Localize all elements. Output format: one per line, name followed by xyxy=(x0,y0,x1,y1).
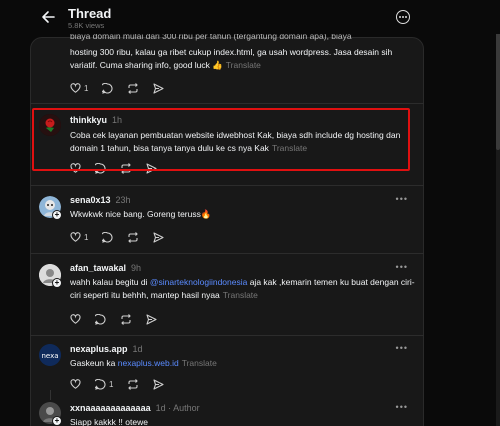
svg-text:nexa: nexa xyxy=(41,352,58,360)
follow-plus-button[interactable]: + xyxy=(52,416,62,426)
share-button[interactable] xyxy=(146,313,157,325)
author-text: Author xyxy=(173,403,200,413)
repost-button[interactable] xyxy=(127,82,139,94)
share-icon xyxy=(153,231,165,243)
post-actions: 1 xyxy=(70,82,178,94)
post-time: 23h xyxy=(115,195,131,205)
like-button[interactable]: 1 xyxy=(70,83,88,93)
post-more-button[interactable]: ••• xyxy=(396,343,408,353)
share-button[interactable] xyxy=(153,378,165,390)
username-text[interactable]: xxnaaaaaaaaaaaaa xyxy=(70,403,151,413)
post-username[interactable]: xxnaaaaaaaaaaaaa 1d · Author xyxy=(70,403,200,413)
repost-icon xyxy=(128,82,139,94)
post-text: Gaskeun ka xyxy=(70,358,118,368)
repost-icon xyxy=(121,313,131,325)
username-text[interactable]: afan_tawakal xyxy=(70,263,126,273)
comment-icon xyxy=(102,82,114,94)
reply-button[interactable]: 1 xyxy=(95,378,114,390)
reply-count: 1 xyxy=(109,379,114,389)
translate-link[interactable]: Translate xyxy=(182,358,217,368)
translate-link[interactable]: Translate xyxy=(226,60,261,70)
reply-post: nexa ••• nexaplus.app 1d Gaskeun ka nexap… xyxy=(30,336,424,396)
repost-button[interactable] xyxy=(127,378,139,390)
mention-link[interactable]: @sinarteknologiindonesia xyxy=(150,277,247,287)
thread-line xyxy=(50,390,51,400)
external-link[interactable]: nexaplus.web.id xyxy=(118,358,179,368)
scrollbar-thumb[interactable] xyxy=(496,30,500,150)
heart-icon xyxy=(70,314,81,324)
reply-button[interactable] xyxy=(95,313,106,325)
post-body: hosting 300 ribu, kalau ga ribet cukup i… xyxy=(70,46,420,72)
post-text: wahh kalau begitu di xyxy=(70,277,150,287)
comment-icon xyxy=(102,231,114,243)
scrollbar[interactable] xyxy=(496,0,500,426)
like-button[interactable] xyxy=(70,314,81,324)
repost-icon xyxy=(128,231,139,243)
like-button[interactable]: 1 xyxy=(70,232,88,242)
share-button[interactable] xyxy=(153,82,165,94)
follow-plus-button[interactable]: + xyxy=(52,278,62,288)
post-actions: 1 xyxy=(70,378,178,390)
back-arrow-icon xyxy=(42,11,55,23)
translate-link[interactable]: Translate xyxy=(223,290,258,300)
nexa-logo-icon: nexa xyxy=(39,344,61,366)
heart-icon xyxy=(70,83,81,93)
post-more-button[interactable]: ••• xyxy=(396,194,408,204)
like-count: 1 xyxy=(84,232,89,242)
highlight-box xyxy=(32,108,410,171)
more-dot xyxy=(405,16,408,18)
repost-button[interactable] xyxy=(127,231,139,243)
post-time: 1d xyxy=(155,403,166,413)
post-username[interactable]: nexaplus.app 1d xyxy=(70,344,143,354)
post-username[interactable]: afan_tawakal 9h xyxy=(70,263,141,273)
post-body: Gaskeun ka nexaplus.web.id Translate xyxy=(70,357,420,370)
post-actions: 1 xyxy=(70,231,178,243)
page-title: Thread xyxy=(68,6,112,21)
post-time: 9h xyxy=(131,263,142,273)
reply-post: biaya domain mulai dari 300 ribu per tah… xyxy=(30,31,424,101)
comment-icon xyxy=(95,313,106,325)
post-actions xyxy=(70,313,171,325)
avatar[interactable]: nexa xyxy=(39,344,61,366)
post-more-button[interactable]: ••• xyxy=(396,262,408,272)
post-body: wahh kalau begitu di @sinarteknologiindo… xyxy=(70,276,420,302)
reply-post: + ••• sena0x13 23h Wkwkwk nice bang. Gore… xyxy=(30,186,424,252)
share-icon xyxy=(153,82,165,94)
username-text[interactable]: sena0x13 xyxy=(70,195,111,205)
view-count: 5.8K views xyxy=(68,21,105,30)
post-more-button[interactable]: ••• xyxy=(396,402,408,412)
follow-plus-button[interactable]: + xyxy=(52,210,62,220)
back-button[interactable] xyxy=(40,9,56,25)
post-time: 1d xyxy=(132,344,143,354)
repost-button[interactable] xyxy=(120,313,132,325)
post-username[interactable]: sena0x13 23h xyxy=(70,195,131,205)
reply-button[interactable] xyxy=(102,231,114,243)
reply-post: + ••• xxnaaaaaaaaaaaaa 1d · Author Siapp … xyxy=(30,390,424,426)
heart-icon xyxy=(70,232,81,242)
post-body: Siapp kakkk !! otewe xyxy=(70,417,148,426)
reply-post: + ••• afan_tawakal 9h wahh kalau begitu d… xyxy=(30,254,424,334)
more-icon xyxy=(398,16,401,18)
share-icon xyxy=(146,313,157,325)
share-button[interactable] xyxy=(153,231,165,243)
repost-icon xyxy=(128,378,139,390)
thread-header: Thread 5.8K views xyxy=(0,0,500,34)
author-label: · Author xyxy=(165,403,200,413)
comment-icon xyxy=(95,378,106,390)
more-dot xyxy=(402,16,404,18)
thread-more-button[interactable] xyxy=(396,10,410,24)
like-button[interactable] xyxy=(70,379,81,389)
like-count: 1 xyxy=(84,83,89,93)
username-text[interactable]: nexaplus.app xyxy=(70,344,128,354)
post-body: Wkwkwk nice bang. Goreng teruss🔥 xyxy=(70,209,212,219)
heart-icon xyxy=(70,379,81,389)
share-icon xyxy=(153,378,165,390)
reply-button[interactable] xyxy=(102,82,114,94)
